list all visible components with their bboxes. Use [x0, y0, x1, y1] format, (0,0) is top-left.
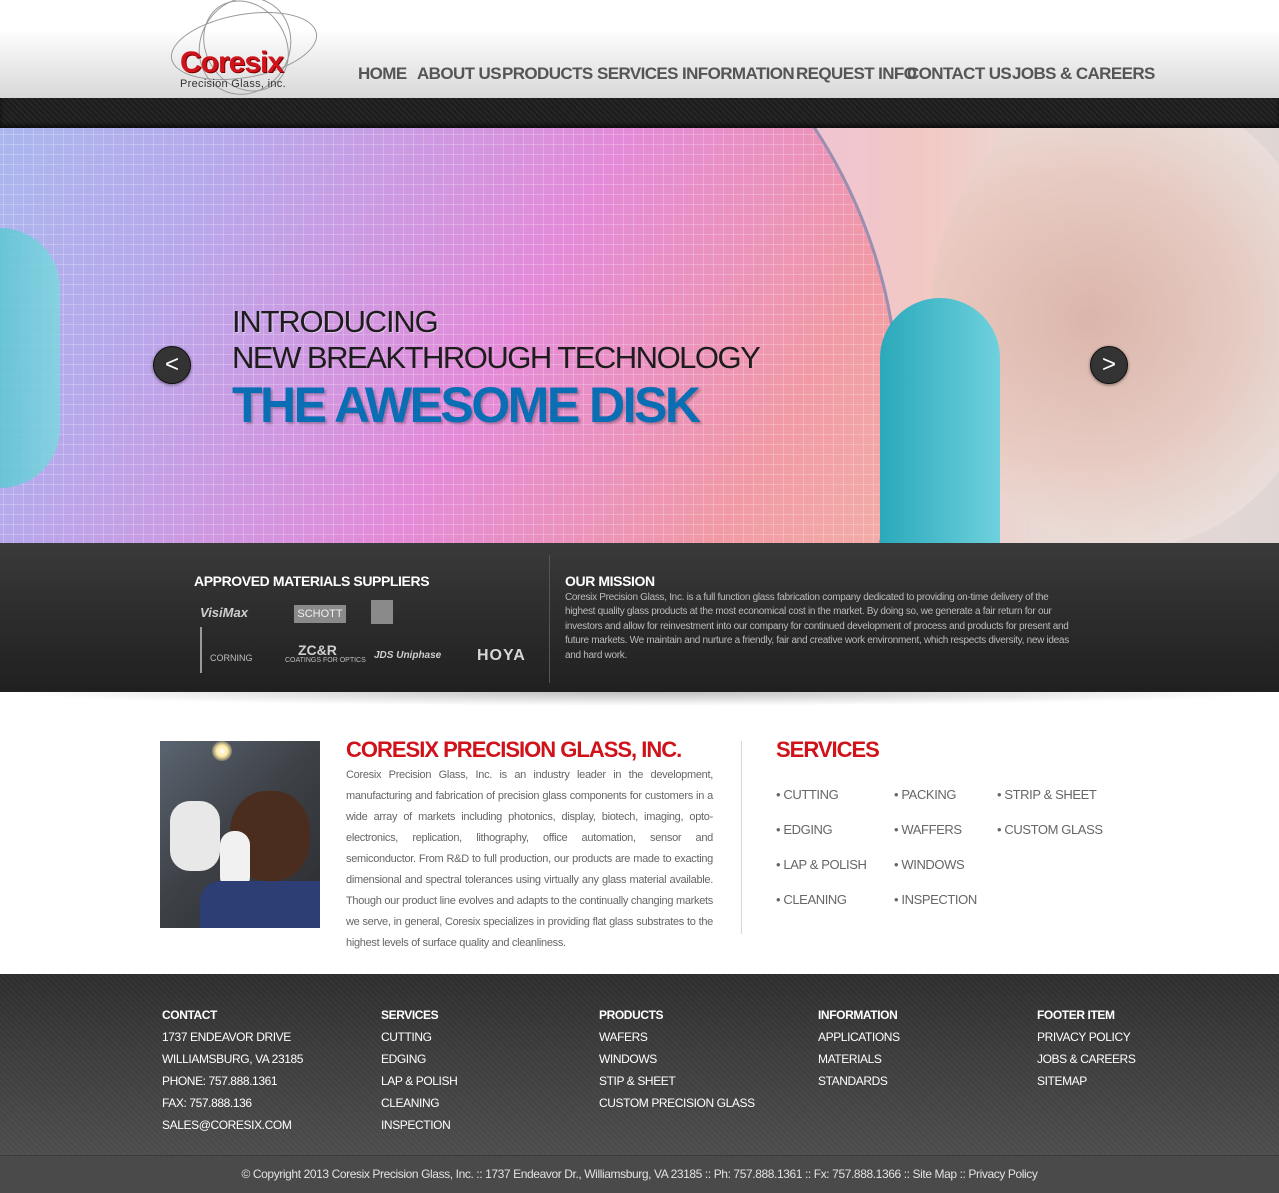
nav-services[interactable]: SERVICES: [597, 64, 678, 84]
service-strip-sheet[interactable]: • STRIP & SHEET: [997, 787, 1097, 802]
copyright-text: © Copyright 2013 Coresix Precision Glass…: [241, 1167, 1038, 1181]
service-custom-glass[interactable]: • CUSTOM GLASS: [997, 822, 1103, 837]
footer-contact-street: 1737 ENDEAVOR DRIVE: [162, 1030, 291, 1044]
supplier-logo-badge: [371, 600, 393, 624]
hero-line-introducing: INTRODUCING: [232, 304, 439, 339]
footer-link[interactable]: INSPECTION: [381, 1114, 581, 1136]
mission-title: OUR MISSION: [565, 573, 655, 589]
footer-link[interactable]: CUTTING: [381, 1026, 581, 1048]
footer-contact-email[interactable]: SALES@CORESIX.COM: [162, 1114, 362, 1136]
mission-text: Coresix Precision Glass, Inc. is a full …: [565, 592, 1069, 661]
hero-glove-left: [0, 228, 60, 488]
site-header: Coresix Precision Glass, inc. HOME ABOUT…: [0, 0, 1279, 112]
coresix-logo[interactable]: Coresix Precision Glass, inc.: [160, 0, 323, 112]
footer-products-column: PRODUCTS WAFERS WINDOWS STIP & SHEET CUS…: [599, 1004, 799, 1114]
slider-prev-button[interactable]: <: [153, 346, 191, 384]
footer-link[interactable]: LAP & POLISH: [381, 1070, 581, 1092]
footer-misc-column: FOOTER ITEM PRIVACY POLICY JOBS & CAREER…: [1037, 1004, 1237, 1092]
supplier-logo-zcr-tagline: COATINGS FOR OPTICS: [285, 657, 366, 664]
footer-link[interactable]: CLEANING: [381, 1092, 581, 1114]
service-packing[interactable]: • PACKING: [894, 787, 957, 802]
footer-products-title: PRODUCTS: [599, 1008, 664, 1022]
footer-contact-column: CONTACT 1737 ENDEAVOR DRIVE WILLIAMSBURG…: [162, 1004, 362, 1136]
nav-jobs-careers[interactable]: JOBS & CAREERS: [1012, 64, 1155, 84]
footer-information-column: INFORMATION APPLICATIONS MATERIALS STAND…: [818, 1004, 1018, 1092]
technician-photo: [160, 741, 320, 928]
footer-information-title: INFORMATION: [818, 1008, 898, 1022]
slider-next-button[interactable]: >: [1090, 346, 1128, 384]
suppliers-title: APPROVED MATERIALS SUPPLIERS: [194, 573, 430, 589]
footer-contact-title: CONTACT: [162, 1008, 217, 1022]
logo-brand: Coresix: [180, 46, 284, 79]
services-title: SERVICES: [776, 737, 880, 762]
supplier-logo-corning: CORNING: [210, 653, 253, 663]
info-band: APPROVED MATERIALS SUPPLIERS VisiMax SCH…: [0, 543, 1279, 692]
footer-contact-phone: PHONE: 757.888.1361: [162, 1074, 278, 1088]
supplier-logo-corning-mark: [200, 627, 202, 673]
footer-contact-city: WILLIAMSBURG, VA 23185: [162, 1052, 304, 1066]
footer-link[interactable]: APPLICATIONS: [818, 1026, 1018, 1048]
hero-glove-right: [880, 298, 1000, 543]
nav-home[interactable]: HOME: [358, 64, 407, 84]
service-edging[interactable]: • EDGING: [776, 822, 833, 837]
supplier-logo-jds-uniphase: JDS Uniphase: [374, 650, 442, 661]
service-cleaning[interactable]: • CLEANING: [776, 892, 847, 907]
service-lap-polish[interactable]: • LAP & POLISH: [776, 857, 867, 872]
footer-link[interactable]: CUSTOM PRECISION GLASS: [599, 1092, 799, 1114]
footer-link[interactable]: PRIVACY POLICY: [1037, 1026, 1237, 1048]
info-band-shadow: [0, 692, 1279, 706]
footer-services-title: SERVICES: [381, 1008, 439, 1022]
footer-link[interactable]: EDGING: [381, 1048, 581, 1070]
service-waffers[interactable]: • WAFFERS: [894, 822, 962, 837]
logo-tagline: Precision Glass, inc.: [180, 78, 286, 90]
content-divider: [741, 741, 742, 934]
company-title: CORESIX PRECISION GLASS, INC.: [346, 737, 682, 762]
photo-glove: [170, 801, 220, 871]
nav-contact-us[interactable]: CONTACT US: [907, 64, 1012, 84]
supplier-logo-zcr: ZC&R: [298, 642, 337, 658]
nav-products[interactable]: PRODUCTS: [502, 64, 593, 84]
service-inspection[interactable]: • INSPECTION: [894, 892, 977, 907]
service-cutting[interactable]: • CUTTING: [776, 787, 839, 802]
site-footer: CONTACT 1737 ENDEAVOR DRIVE WILLIAMSBURG…: [0, 974, 1279, 1155]
header-dark-band: [0, 98, 1279, 128]
footer-contact-fax: FAX: 757.888.136: [162, 1096, 252, 1110]
supplier-logo-visimax: VisiMax: [200, 605, 248, 620]
hero-line-technology: NEW BREAKTHROUGH TECHNOLOGY: [232, 340, 761, 375]
footer-link[interactable]: WINDOWS: [599, 1048, 799, 1070]
footer-link[interactable]: SITEMAP: [1037, 1070, 1237, 1092]
supplier-logo-schott: SCHOTT: [294, 605, 346, 623]
footer-misc-title: FOOTER ITEM: [1037, 1008, 1115, 1022]
nav-request-info[interactable]: REQUEST INFO: [796, 64, 917, 84]
footer-link[interactable]: MATERIALS: [818, 1048, 1018, 1070]
supplier-logo-hoya: HOYA: [477, 647, 526, 664]
photo-shirt: [200, 881, 320, 928]
photo-light: [212, 741, 232, 761]
copyright-bar: © Copyright 2013 Coresix Precision Glass…: [0, 1155, 1279, 1193]
footer-link[interactable]: STIP & SHEET: [599, 1070, 799, 1092]
footer-services-column: SERVICES CUTTING EDGING LAP & POLISH CLE…: [381, 1004, 581, 1136]
company-description: Coresix Precision Glass, Inc. is an indu…: [346, 769, 713, 949]
footer-link[interactable]: STANDARDS: [818, 1070, 1018, 1092]
nav-about-us[interactable]: ABOUT US: [417, 64, 502, 84]
footer-link[interactable]: WAFERS: [599, 1026, 799, 1048]
nav-information[interactable]: INFORMATION: [682, 64, 795, 84]
info-band-divider: [549, 555, 550, 683]
service-windows[interactable]: • WINDOWS: [894, 857, 965, 872]
hero-wafer-image: [0, 128, 900, 543]
hero-headline: THE AWESOME DISK: [232, 377, 701, 433]
hero-slider: INTRODUCING NEW BREAKTHROUGH TECHNOLOGY …: [0, 128, 1279, 543]
footer-link[interactable]: JOBS & CAREERS: [1037, 1048, 1237, 1070]
